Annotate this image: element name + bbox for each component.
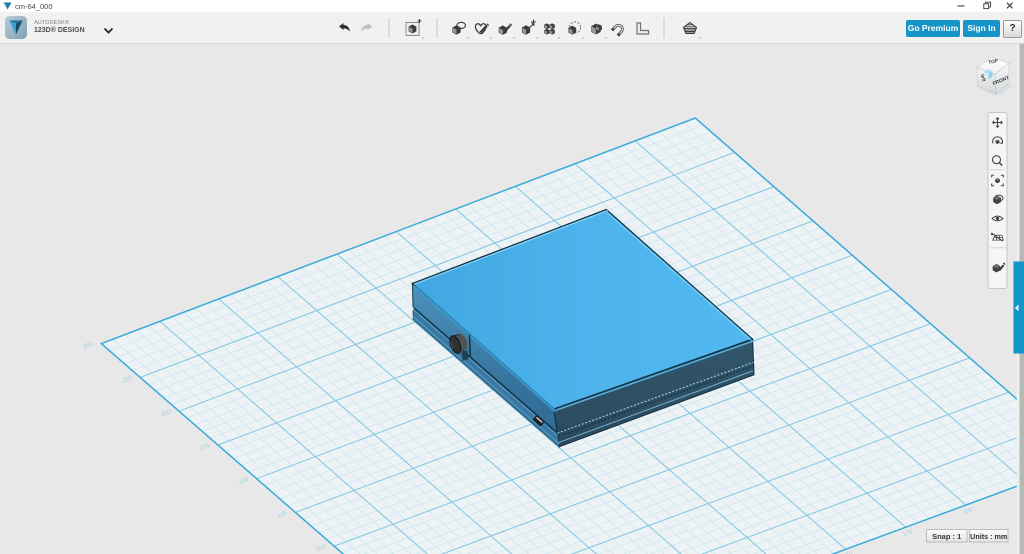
svg-text:200: 200 — [962, 507, 974, 516]
svg-text:250: 250 — [83, 341, 95, 350]
svg-text:225: 225 — [122, 375, 134, 384]
svg-text:175: 175 — [902, 529, 914, 538]
svg-text:175: 175 — [199, 443, 211, 452]
svg-text:Snap : 1: Snap : 1 — [932, 532, 961, 541]
svg-text:Units : mm: Units : mm — [970, 532, 1007, 541]
svg-text:200: 200 — [160, 409, 172, 418]
svg-text:150: 150 — [238, 476, 250, 485]
svg-text:125: 125 — [277, 510, 289, 519]
svg-text:100: 100 — [316, 544, 328, 553]
